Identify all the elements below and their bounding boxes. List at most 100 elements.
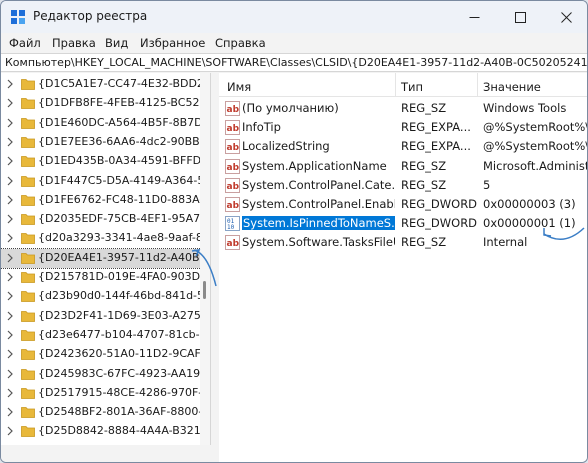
tree-item[interactable]: {D1C5A1E7-CC47-4E32-BDD2- <box>1 75 208 94</box>
value-row[interactable]: ab System.ControlPanel.Cate... REG_SZ 5 <box>219 176 587 195</box>
svg-text:10: 10 <box>227 224 235 231</box>
column-header-name[interactable]: Имя <box>227 80 251 94</box>
tree-item[interactable]: {D2548BF2-801A-36AF-8800-1 <box>1 403 209 422</box>
folder-icon <box>21 98 35 110</box>
tree-horizontal-scrollbar[interactable] <box>1 445 211 462</box>
tree-item[interactable]: {D25D8842-8884-4A4A-B321-0 <box>1 422 210 441</box>
tree-item[interactable]: {D1E460DC-A564-4B5F-8B7D- <box>1 114 207 133</box>
address-bar[interactable]: Компьютер\HKEY_LOCAL_MACHINE\SOFTWARE\Cl… <box>1 53 587 72</box>
scrollbar-thumb[interactable] <box>203 281 206 299</box>
value-name: (По умолчанию) <box>242 101 339 115</box>
menu-help[interactable]: Справка <box>215 36 266 50</box>
tree-item-label: {D2548BF2-801A-36AF-8800-1 <box>38 405 210 419</box>
tree-item[interactable]: {D1E7EE36-6AA6-4dc2-90BB-1 <box>1 133 210 152</box>
svg-text:ab: ab <box>227 239 240 249</box>
folder-icon <box>21 368 35 380</box>
chevron-right-icon[interactable] <box>6 214 15 224</box>
chevron-right-icon[interactable] <box>6 253 15 263</box>
menu-view[interactable]: Вид <box>105 36 128 50</box>
chevron-right-icon[interactable] <box>6 137 15 147</box>
value-row[interactable]: ab InfoTip REG_EXPA... @%SystemRoot%\s <box>219 118 587 137</box>
value-data: Windows Tools <box>483 101 567 115</box>
tree-item[interactable]: {d23e6477-b104-4707-81cb-e1 <box>1 326 210 345</box>
folder-icon <box>21 79 35 90</box>
menu-favorites[interactable]: Избранное <box>140 36 205 50</box>
value-row[interactable]: ab System.Software.TasksFileUrl REG_SZ Inte… <box>219 233 587 252</box>
close-button[interactable] <box>543 1 587 33</box>
column-divider[interactable] <box>477 73 478 97</box>
chevron-right-icon[interactable] <box>6 79 15 89</box>
chevron-right-icon[interactable] <box>6 426 15 436</box>
value-row[interactable]: ab (По умолчанию) REG_SZ Windows Tools <box>219 99 587 118</box>
value-name: System.IsPinnedToNameS... <box>242 216 395 231</box>
chevron-right-icon[interactable] <box>6 233 15 243</box>
values-header-row: Имя Тип Значение <box>219 73 587 97</box>
chevron-right-icon[interactable] <box>6 195 15 205</box>
tree-item[interactable]: {D1F447C5-D5A-4149-A364-5 <box>1 172 204 191</box>
tree-item-selected[interactable]: {D20EA4E1-3957-11d2-A40B-0 <box>1 247 210 269</box>
string-value-icon: ab <box>225 139 240 155</box>
tree-item[interactable]: {D1FE6762-FC48-11D0-883A-3 <box>1 191 210 210</box>
folder-icon <box>21 329 35 341</box>
tree-item[interactable]: {D2423620-51A0-11D2-9CAF-0 <box>1 345 210 364</box>
chevron-right-icon[interactable] <box>6 156 15 166</box>
value-row[interactable]: ab LocalizedString REG_EXPA... @%SystemRoot… <box>219 137 588 156</box>
title-bar[interactable]: Редактор реестра <box>1 1 587 33</box>
menu-edit[interactable]: Правка <box>52 36 96 50</box>
folder-icon <box>21 214 35 225</box>
chevron-right-icon[interactable] <box>6 118 15 128</box>
close-icon <box>560 11 572 23</box>
column-header-type[interactable]: Тип <box>401 80 423 94</box>
value-name: System.ControlPanel.Enabl... <box>242 197 395 211</box>
string-value-icon: ab <box>225 158 240 174</box>
tree-item[interactable]: {D1ED435B-0A34-4591-BFFD- <box>1 152 205 171</box>
minimize-button[interactable] <box>451 1 497 33</box>
tree-item[interactable]: {D2035EDF-75CB-4EF1-95A7-4 <box>1 210 210 229</box>
chevron-right-icon[interactable] <box>6 349 15 359</box>
chevron-right-icon[interactable] <box>6 330 15 340</box>
column-divider[interactable] <box>395 73 396 97</box>
value-name: System.ControlPanel.Cate... <box>242 177 395 192</box>
tree-item[interactable]: {D215781D-019E-4FA0-903D-0 <box>1 268 210 287</box>
tree-vertical-scrollbar[interactable] <box>200 73 210 445</box>
menu-file[interactable]: Файл <box>9 36 41 50</box>
value-row[interactable]: ab System.ControlPanel.Enabl... REG_DWORD 0… <box>219 195 587 214</box>
chevron-right-icon[interactable] <box>6 98 15 108</box>
tree-item-label: {D20EA4E1-3957-11d2-A40B-0 <box>38 250 211 264</box>
tree-item[interactable]: {D1DFB8FE-4FEB-4125-BC52-E <box>1 94 210 113</box>
value-name: InfoTip <box>242 120 281 135</box>
chevron-right-icon[interactable] <box>6 176 15 186</box>
value-data: @%SystemRoot%\s <box>483 139 588 154</box>
tree-item-label: {D1C5A1E7-CC47-4E32-BDD2- <box>38 77 208 90</box>
value-type: REG_SZ <box>401 235 447 250</box>
column-header-data[interactable]: Значение <box>483 80 541 94</box>
tree-item-label: {D1FE6762-FC48-11D0-883A-3 <box>38 192 211 206</box>
tree-item-label: {d20a3293-3341-4ae8-9aaf-8e <box>38 231 210 245</box>
tree-item[interactable]: {d20a3293-3341-4ae8-9aaf-8e <box>1 229 210 248</box>
folder-icon <box>21 310 35 322</box>
chevron-right-icon[interactable] <box>6 369 15 379</box>
chevron-right-icon[interactable] <box>6 388 15 398</box>
value-row[interactable]: ab System.ApplicationName REG_SZ Microsoft.… <box>219 157 587 176</box>
chevron-right-icon[interactable] <box>6 407 15 417</box>
folder-icon <box>21 426 35 438</box>
chevron-right-icon[interactable] <box>6 291 15 301</box>
chevron-right-icon[interactable] <box>6 272 15 282</box>
tree-item[interactable]: {D2517915-48CE-4286-970F-92 <box>1 384 210 403</box>
tree-item-label: {D2517915-48CE-4286-970F-92 <box>38 385 211 399</box>
value-type: REG_EXPA... <box>401 120 471 135</box>
chevron-right-icon[interactable] <box>6 311 15 321</box>
value-name: System.ApplicationName <box>242 158 387 173</box>
tree-item[interactable]: {d23b90d0-144f-46bd-841d-59 <box>1 287 210 306</box>
key-tree-pane: {D1C5A1E7-CC47-4E32-BDD2- {D1DFB8FE-4FEB-… <box>1 73 211 445</box>
tree-item[interactable]: {D23D2F41-1D69-3E03-A275-3 <box>1 307 210 326</box>
maximize-icon <box>514 11 526 23</box>
maximize-button[interactable] <box>497 1 543 33</box>
menu-bar: Файл Правка Вид Избранное Справка <box>1 33 587 53</box>
value-data: 5 <box>483 177 491 192</box>
tree-item-label: {D2035EDF-75CB-4EF1-95A7-4 <box>38 212 211 226</box>
tree-item-label: {D23D2F41-1D69-3E03-A275-3 <box>38 308 211 322</box>
tree-item-label: {D215781D-019E-4FA0-903D-0 <box>38 270 211 283</box>
tree-item[interactable]: {D245983C-67FC-4923-AA19-3 <box>1 365 210 384</box>
value-row-selected[interactable]: 01 10 System.IsPinnedToNameS... REG_DWORD 0x… <box>219 214 587 233</box>
